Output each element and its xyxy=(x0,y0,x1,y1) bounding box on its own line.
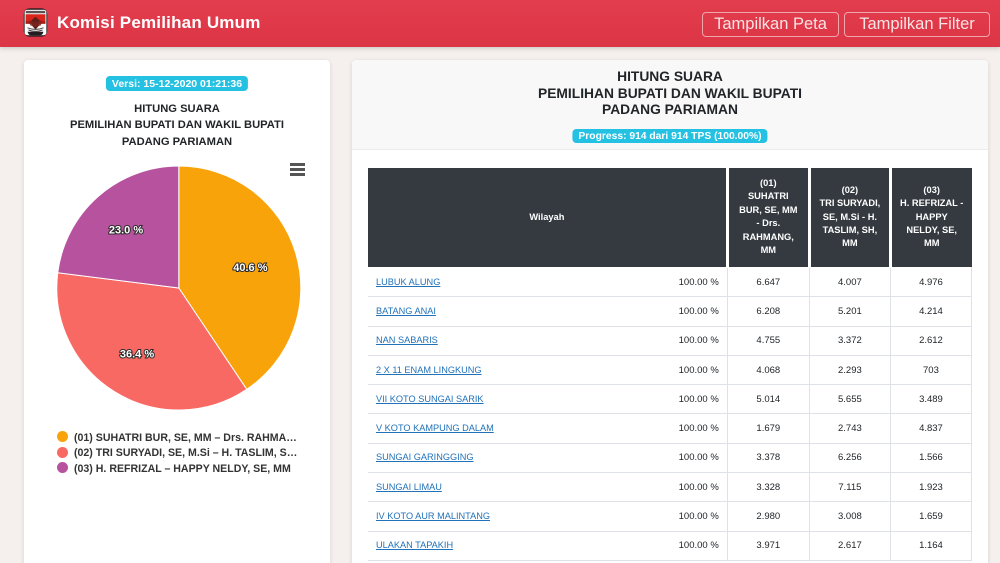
svg-text:40.6 %: 40.6 % xyxy=(233,262,267,274)
svg-text:36.4 %: 36.4 % xyxy=(120,349,154,361)
svg-text:23.0 %: 23.0 % xyxy=(109,225,143,237)
